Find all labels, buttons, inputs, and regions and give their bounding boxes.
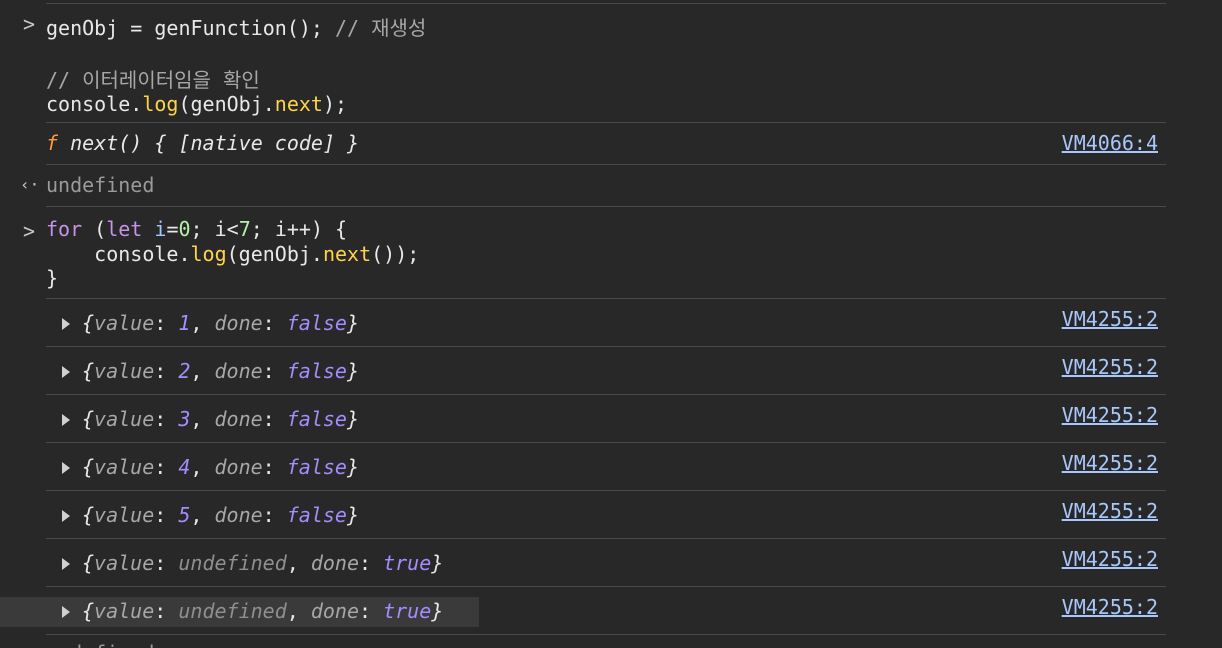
object-preview[interactable]: {value: undefined, done: true} — [62, 551, 443, 575]
console-log-entry[interactable]: {value: 4, done: false} VM4255:2 — [46, 442, 1166, 490]
console-input-entry[interactable]: > for (let i=0; i<7; i++) { console.log(… — [23, 206, 1166, 298]
console-log-entry[interactable]: {value: undefined, done: true} VM4255:2 — [46, 586, 1166, 634]
console-log-entry[interactable]: {value: 3, done: false} VM4255:2 — [46, 394, 1166, 442]
console-log-entry[interactable]: {value: 2, done: false} VM4255:2 — [46, 346, 1166, 394]
code-line: console.log(genObj.next); — [46, 92, 348, 116]
console-log-entry[interactable]: {value: 1, done: false} VM4255:2 — [46, 298, 1166, 346]
code-line: genObj = genFunction(); // 재생성 — [46, 16, 427, 40]
source-link[interactable]: VM4255:2 — [1062, 355, 1158, 379]
console-return-entry: ‹· undefined — [20, 164, 1166, 206]
source-link[interactable]: VM4255:2 — [1062, 403, 1158, 427]
code-line: console.log(genObj.next()); — [94, 242, 420, 266]
source-link[interactable]: VM4066:4 — [1062, 131, 1158, 155]
object-preview[interactable]: {value: 3, done: false} — [62, 407, 359, 431]
source-link[interactable]: VM4255:2 — [1062, 307, 1158, 331]
console-log-entry: f next() { [native code] } VM4066:4 — [46, 122, 1166, 164]
source-link[interactable]: VM4255:2 — [1062, 499, 1158, 523]
expand-triangle-icon[interactable] — [62, 462, 70, 474]
source-link[interactable]: VM4255:2 — [1062, 547, 1158, 571]
object-preview[interactable]: {value: 4, done: false} — [62, 455, 359, 479]
object-preview[interactable]: {value: 1, done: false} — [62, 311, 359, 335]
expand-triangle-icon[interactable] — [62, 366, 70, 378]
return-arrow-icon: ‹· — [20, 175, 40, 194]
log-message: f next() { [native code] } — [46, 131, 360, 155]
expand-triangle-icon[interactable] — [62, 510, 70, 522]
function-icon: f — [46, 131, 59, 155]
return-value: undefined — [46, 173, 155, 197]
prompt-chevron-icon: > — [22, 219, 36, 243]
devtools-console: > genObj = genFunction(); // 재생성 // 이터레이… — [0, 0, 1222, 648]
expand-triangle-icon[interactable] — [62, 318, 70, 330]
expand-triangle-icon[interactable] — [62, 414, 70, 426]
code-line: for (let i=0; i<7; i++) { — [46, 217, 348, 241]
return-value: undefined — [46, 641, 154, 648]
console-return-entry: undefined — [46, 634, 1166, 648]
prompt-chevron-icon: > — [22, 12, 36, 36]
console-input-entry[interactable]: > genObj = genFunction(); // 재생성 // 이터레이… — [23, 4, 1166, 122]
object-preview[interactable]: {value: undefined, done: true} — [62, 599, 443, 623]
console-log-entry[interactable]: {value: 5, done: false} VM4255:2 — [46, 490, 1166, 538]
expand-triangle-icon[interactable] — [62, 606, 70, 618]
expand-triangle-icon[interactable] — [62, 558, 70, 570]
object-preview[interactable]: {value: 5, done: false} — [62, 503, 359, 527]
code-line: } — [46, 266, 59, 290]
source-link[interactable]: VM4255:2 — [1062, 595, 1158, 619]
code-comment: // 이터레이터임을 확인 — [46, 68, 260, 92]
source-link[interactable]: VM4255:2 — [1062, 451, 1158, 475]
console-log-entry[interactable]: {value: undefined, done: true} VM4255:2 — [46, 538, 1166, 586]
object-preview[interactable]: {value: 2, done: false} — [62, 359, 359, 383]
